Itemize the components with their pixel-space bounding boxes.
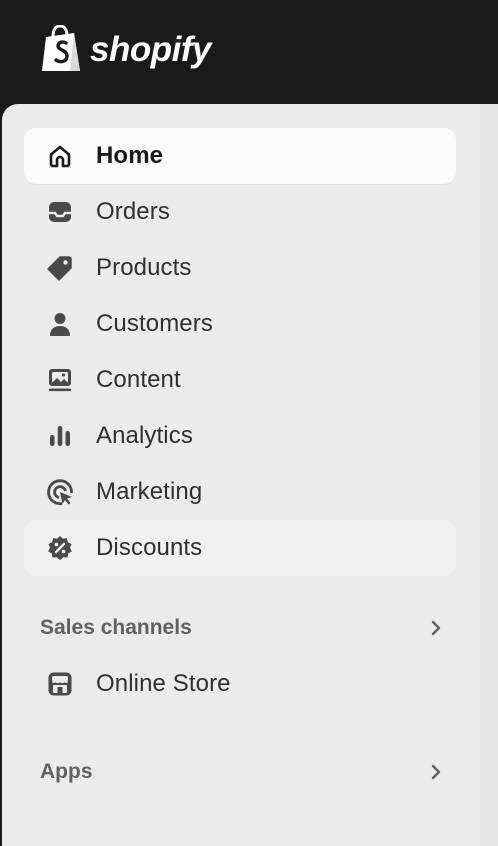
sales-channels-header[interactable]: Sales channels bbox=[24, 606, 456, 650]
target-icon bbox=[46, 478, 74, 506]
apps-header[interactable]: Apps bbox=[24, 750, 456, 794]
nav-item-discounts[interactable]: Discounts bbox=[24, 520, 456, 576]
nav-item-orders[interactable]: Orders bbox=[24, 184, 456, 240]
nav-label-home: Home bbox=[96, 142, 164, 169]
logo-text: shopify bbox=[90, 29, 211, 69]
sales-channels-list: Online Store bbox=[24, 656, 456, 712]
sales-channels-label: Sales channels bbox=[40, 616, 192, 639]
home-icon bbox=[46, 142, 74, 170]
chevron-right-icon[interactable] bbox=[424, 616, 448, 640]
inbox-icon bbox=[46, 198, 74, 226]
shopify-bag-icon bbox=[42, 25, 80, 71]
bar-chart-icon bbox=[46, 422, 74, 450]
person-icon bbox=[46, 310, 74, 338]
discount-icon bbox=[46, 534, 74, 562]
nav-item-marketing[interactable]: Marketing bbox=[24, 464, 456, 520]
nav-label-discounts: Discounts bbox=[96, 534, 203, 561]
nav-item-analytics[interactable]: Analytics bbox=[24, 408, 456, 464]
top-bar: shopify bbox=[0, 0, 498, 104]
content-edge bbox=[480, 104, 498, 846]
nav-item-customers[interactable]: Customers bbox=[24, 296, 456, 352]
nav-label-customers: Customers bbox=[96, 310, 213, 337]
nav-label-online-store: Online Store bbox=[96, 670, 231, 697]
image-content-icon bbox=[46, 366, 74, 394]
nav-label-products: Products bbox=[96, 254, 192, 281]
nav-item-online-store[interactable]: Online Store bbox=[24, 656, 456, 712]
chevron-right-icon[interactable] bbox=[424, 760, 448, 784]
tag-icon bbox=[46, 254, 74, 282]
nav-item-products[interactable]: Products bbox=[24, 240, 456, 296]
nav-label-analytics: Analytics bbox=[96, 422, 193, 449]
store-icon bbox=[46, 670, 74, 698]
nav-label-marketing: Marketing bbox=[96, 478, 203, 505]
nav-list: Home Orders Products Customers Content A… bbox=[24, 128, 456, 576]
nav-label-orders: Orders bbox=[96, 198, 170, 225]
nav-label-content: Content bbox=[96, 366, 181, 393]
nav-item-home[interactable]: Home bbox=[24, 128, 456, 184]
apps-label: Apps bbox=[40, 760, 93, 783]
sidebar: Home Orders Products Customers Content A… bbox=[2, 104, 480, 846]
shopify-logo[interactable]: shopify bbox=[40, 24, 211, 74]
nav-item-content[interactable]: Content bbox=[24, 352, 456, 408]
